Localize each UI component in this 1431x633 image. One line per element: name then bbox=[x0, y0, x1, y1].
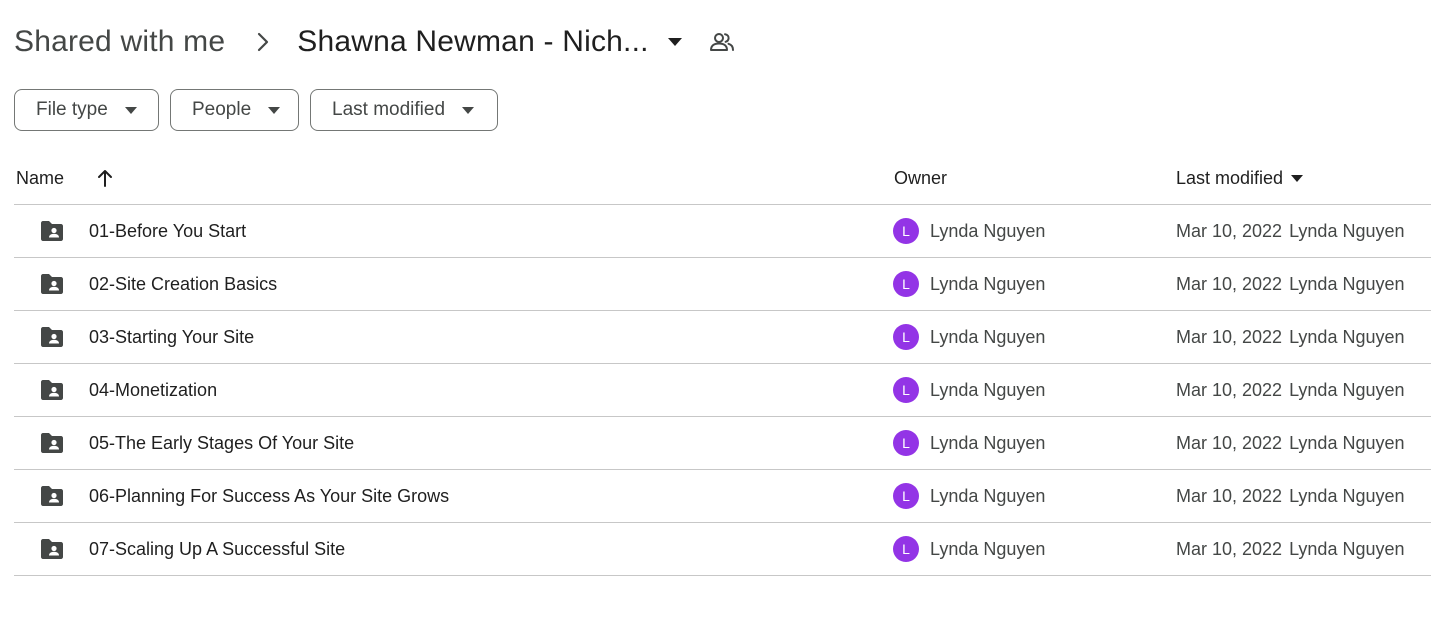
file-name[interactable]: 07-Scaling Up A Successful Site bbox=[89, 523, 345, 575]
shared-folder-icon bbox=[37, 523, 67, 575]
last-modified-cell: Mar 10, 2022 Lynda Nguyen bbox=[1176, 258, 1405, 310]
caret-down-icon bbox=[267, 103, 281, 117]
breadcrumb-current-folder[interactable]: Shawna Newman - Nich... bbox=[297, 25, 648, 59]
last-modified-cell: Mar 10, 2022 Lynda Nguyen bbox=[1176, 205, 1405, 257]
breadcrumb-shared-with-me[interactable]: Shared with me bbox=[14, 25, 225, 59]
file-name[interactable]: 03-Starting Your Site bbox=[89, 311, 254, 363]
owner-cell: L Lynda Nguyen bbox=[893, 417, 1045, 469]
owner-name: Lynda Nguyen bbox=[930, 485, 1046, 506]
owner-name: Lynda Nguyen bbox=[930, 273, 1046, 294]
people-filter-label: People bbox=[192, 99, 252, 120]
modified-by: Lynda Nguyen bbox=[1289, 379, 1405, 400]
last-modified-cell: Mar 10, 2022 Lynda Nguyen bbox=[1176, 417, 1405, 469]
name-column-header[interactable]: Name bbox=[16, 152, 64, 204]
modified-date: Mar 10, 2022 bbox=[1176, 538, 1283, 559]
avatar[interactable]: L bbox=[893, 271, 919, 297]
modified-by: Lynda Nguyen bbox=[1289, 326, 1405, 347]
owner-name: Lynda Nguyen bbox=[930, 538, 1046, 559]
table-body: 01-Before You Start L Lynda Nguyen Mar 1… bbox=[14, 205, 1431, 576]
table-row[interactable]: 01-Before You Start L Lynda Nguyen Mar 1… bbox=[14, 205, 1431, 258]
file-type-filter-label: File type bbox=[36, 99, 108, 120]
avatar[interactable]: L bbox=[893, 324, 919, 350]
modified-by: Lynda Nguyen bbox=[1289, 273, 1405, 294]
file-name[interactable]: 04-Monetization bbox=[89, 364, 217, 416]
last-modified-filter-label: Last modified bbox=[332, 99, 446, 120]
last-modified-cell: Mar 10, 2022 Lynda Nguyen bbox=[1176, 364, 1405, 416]
chevron-right-icon bbox=[249, 28, 277, 56]
last-modified-cell: Mar 10, 2022 Lynda Nguyen bbox=[1176, 470, 1405, 522]
shared-folder-icon bbox=[37, 364, 67, 416]
modified-date: Mar 10, 2022 bbox=[1176, 220, 1283, 241]
filter-bar: File type People Last modified bbox=[14, 89, 498, 131]
table-row[interactable]: 07-Scaling Up A Successful Site L Lynda … bbox=[14, 523, 1431, 576]
caret-down-icon bbox=[124, 103, 138, 117]
owner-name: Lynda Nguyen bbox=[930, 379, 1046, 400]
modified-date: Mar 10, 2022 bbox=[1176, 273, 1283, 294]
last-modified-column-header[interactable]: Last modified bbox=[1176, 152, 1304, 204]
avatar[interactable]: L bbox=[893, 218, 919, 244]
owner-cell: L Lynda Nguyen bbox=[893, 364, 1045, 416]
owner-name: Lynda Nguyen bbox=[930, 326, 1046, 347]
avatar[interactable]: L bbox=[893, 430, 919, 456]
caret-down-icon bbox=[1291, 174, 1304, 182]
last-modified-column-label: Last modified bbox=[1176, 167, 1284, 188]
caret-down-icon[interactable] bbox=[663, 30, 687, 54]
modified-date: Mar 10, 2022 bbox=[1176, 379, 1283, 400]
modified-date: Mar 10, 2022 bbox=[1176, 432, 1283, 453]
modified-by: Lynda Nguyen bbox=[1289, 538, 1405, 559]
table-row[interactable]: 03-Starting Your Site L Lynda Nguyen Mar… bbox=[14, 311, 1431, 364]
avatar[interactable]: L bbox=[893, 536, 919, 562]
owner-name: Lynda Nguyen bbox=[930, 432, 1046, 453]
last-modified-cell: Mar 10, 2022 Lynda Nguyen bbox=[1176, 523, 1405, 575]
avatar[interactable]: L bbox=[893, 483, 919, 509]
shared-folder-icon bbox=[37, 311, 67, 363]
shared-folder-icon bbox=[37, 470, 67, 522]
breadcrumb: Shared with me Shawna Newman - Nich... bbox=[14, 18, 737, 66]
modified-by: Lynda Nguyen bbox=[1289, 220, 1405, 241]
file-type-filter[interactable]: File type bbox=[14, 89, 159, 131]
avatar[interactable]: L bbox=[893, 377, 919, 403]
shared-folder-icon bbox=[37, 258, 67, 310]
owner-cell: L Lynda Nguyen bbox=[893, 258, 1045, 310]
shared-folder-icon bbox=[37, 417, 67, 469]
modified-date: Mar 10, 2022 bbox=[1176, 485, 1283, 506]
modified-by: Lynda Nguyen bbox=[1289, 432, 1405, 453]
modified-date: Mar 10, 2022 bbox=[1176, 326, 1283, 347]
modified-by: Lynda Nguyen bbox=[1289, 485, 1405, 506]
file-name[interactable]: 06-Planning For Success As Your Site Gro… bbox=[89, 470, 449, 522]
owner-cell: L Lynda Nguyen bbox=[893, 311, 1045, 363]
drive-page: Shared with me Shawna Newman - Nich... F… bbox=[0, 0, 1431, 633]
people-icon[interactable] bbox=[707, 27, 737, 57]
table-header: Name Owner Last modified bbox=[14, 152, 1431, 205]
file-name[interactable]: 02-Site Creation Basics bbox=[89, 258, 277, 310]
file-name[interactable]: 05-The Early Stages Of Your Site bbox=[89, 417, 354, 469]
shared-folder-icon bbox=[37, 205, 67, 257]
file-name[interactable]: 01-Before You Start bbox=[89, 205, 246, 257]
owner-cell: L Lynda Nguyen bbox=[893, 470, 1045, 522]
caret-down-icon bbox=[461, 103, 475, 117]
table-row[interactable]: 04-Monetization L Lynda Nguyen Mar 10, 2… bbox=[14, 364, 1431, 417]
arrow-up-icon[interactable] bbox=[94, 152, 116, 204]
table-row[interactable]: 02-Site Creation Basics L Lynda Nguyen M… bbox=[14, 258, 1431, 311]
last-modified-filter[interactable]: Last modified bbox=[310, 89, 498, 131]
owner-name: Lynda Nguyen bbox=[930, 220, 1046, 241]
file-table: Name Owner Last modified 01-Before You S… bbox=[14, 152, 1431, 576]
table-row[interactable]: 06-Planning For Success As Your Site Gro… bbox=[14, 470, 1431, 523]
owner-cell: L Lynda Nguyen bbox=[893, 205, 1045, 257]
owner-cell: L Lynda Nguyen bbox=[893, 523, 1045, 575]
last-modified-cell: Mar 10, 2022 Lynda Nguyen bbox=[1176, 311, 1405, 363]
people-filter[interactable]: People bbox=[170, 89, 299, 131]
table-row[interactable]: 05-The Early Stages Of Your Site L Lynda… bbox=[14, 417, 1431, 470]
owner-column-header[interactable]: Owner bbox=[894, 152, 947, 204]
